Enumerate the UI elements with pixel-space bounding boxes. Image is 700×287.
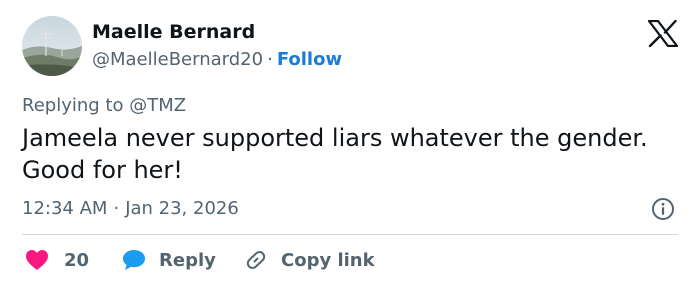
avatar-landscape-image: [22, 16, 82, 76]
like-button[interactable]: 20: [25, 246, 89, 274]
author-name[interactable]: Maelle Bernard: [92, 21, 255, 43]
info-icon[interactable]: [651, 197, 675, 221]
heart-icon: [26, 250, 48, 270]
replying-to: Replying to @TMZ: [22, 95, 187, 116]
action-bar: 20 Reply Copy link: [22, 246, 678, 274]
tweet-embed: Maelle Bernard @MaelleBernard20 · Follow R…: [0, 0, 700, 287]
tweet-text: Jameela never supported liars whatever t…: [22, 124, 648, 184]
like-count: 20: [64, 249, 90, 271]
reply-button[interactable]: Reply: [122, 246, 216, 274]
tweet-time: 12:34 AM: [22, 198, 108, 219]
divider: [22, 234, 678, 235]
reply-label: Reply: [159, 249, 216, 271]
avatar[interactable]: [22, 16, 82, 76]
speech-bubble-icon: [123, 250, 145, 270]
timestamp-separator: ·: [113, 198, 120, 219]
x-logo-icon[interactable]: [648, 20, 678, 47]
link-icon: [246, 251, 266, 269]
author-handle-row: @MaelleBernard20 · Follow: [92, 49, 342, 70]
author-handle[interactable]: @MaelleBernard20: [92, 49, 263, 70]
tweet-date: Jan 23, 2026: [125, 198, 239, 219]
handle-separator: ·: [267, 49, 273, 70]
follow-button[interactable]: Follow: [277, 49, 342, 70]
tweet-timestamp[interactable]: 12:34 AM · Jan 23, 2026: [22, 198, 239, 219]
copy-link-label: Copy link: [281, 249, 375, 271]
copy-link-button[interactable]: Copy link: [244, 246, 375, 274]
